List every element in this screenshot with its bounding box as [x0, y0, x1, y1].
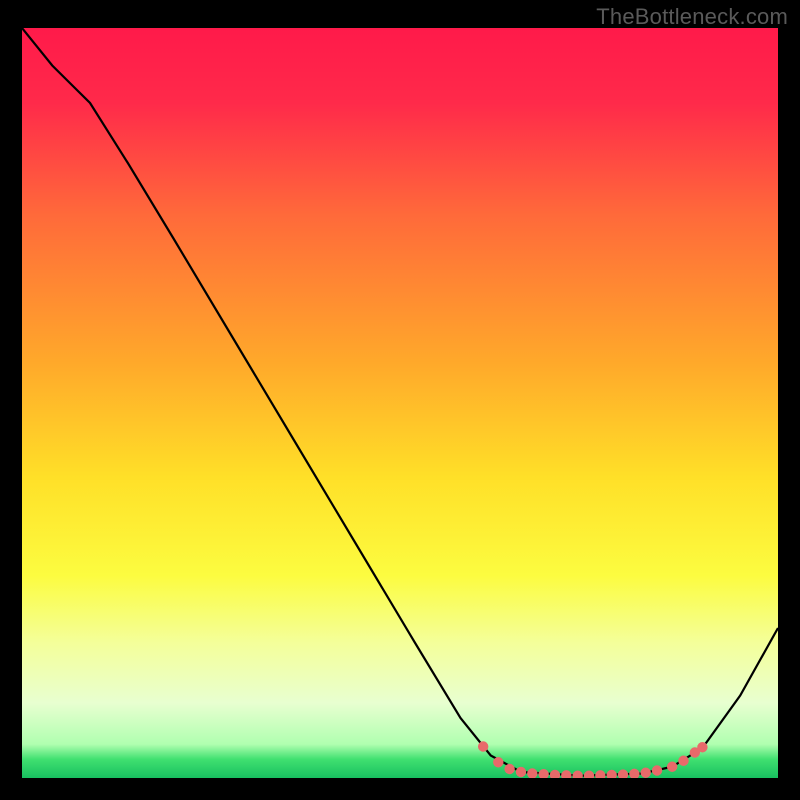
chart-background [22, 28, 778, 778]
chart-svg [22, 28, 778, 778]
marker-point [478, 741, 488, 751]
marker-point [504, 764, 514, 774]
marker-point [667, 762, 677, 772]
marker-point [697, 742, 707, 752]
marker-point [652, 765, 662, 775]
marker-point [516, 767, 526, 777]
marker-point [641, 768, 651, 778]
attribution-label: TheBottleneck.com [596, 4, 788, 30]
chart-plot-area [22, 28, 778, 778]
marker-point [493, 757, 503, 767]
marker-point [678, 756, 688, 766]
